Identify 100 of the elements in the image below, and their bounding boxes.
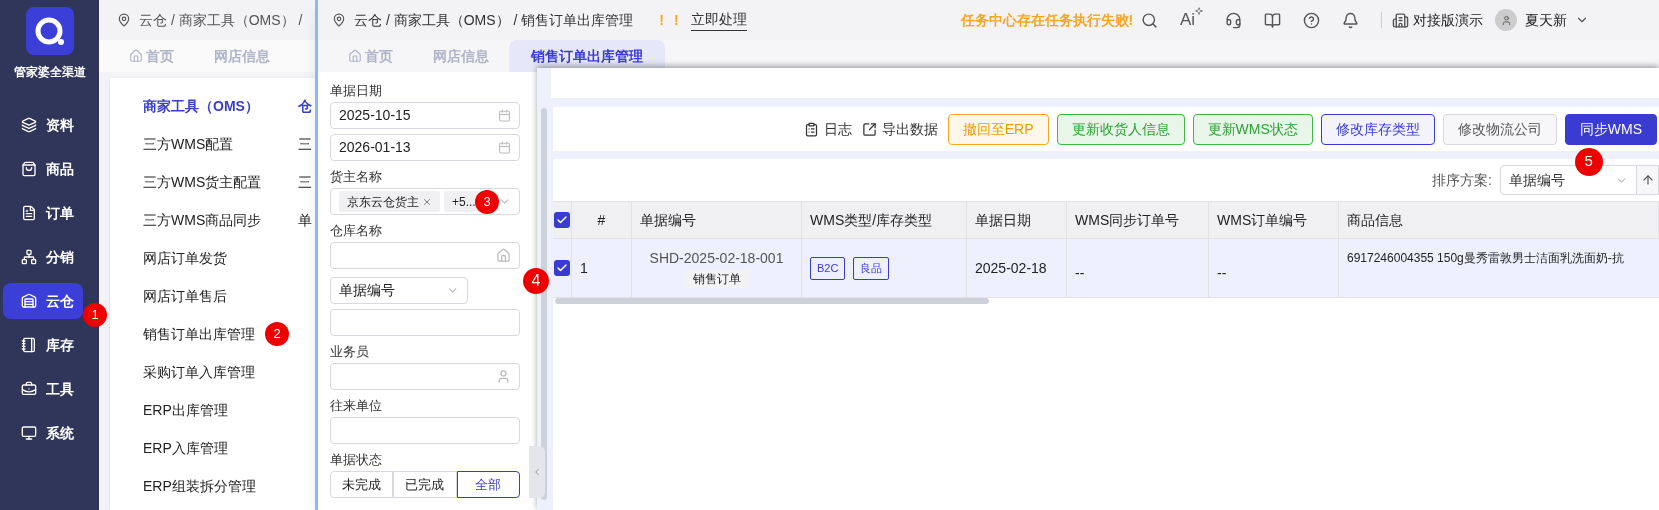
check-icon <box>556 262 568 274</box>
bag-icon <box>21 161 37 177</box>
location-icon <box>332 13 346 27</box>
avatar[interactable] <box>1495 9 1517 31</box>
segment-tab[interactable]: 未完成 <box>330 471 394 498</box>
column-header: WMS订单编号 <box>1209 202 1339 238</box>
arrow-up-icon <box>1640 173 1655 187</box>
menu-item[interactable]: 采购订单入库管理 <box>143 361 255 383</box>
search-icon[interactable] <box>1140 11 1158 29</box>
table-cell: -- <box>1209 239 1339 297</box>
menu-item[interactable]: ERP组装拆分管理 <box>143 475 256 497</box>
toolbox-icon <box>21 381 37 397</box>
sidebar-item[interactable]: 云仓 <box>3 283 83 319</box>
menu-item[interactable]: 三 <box>298 171 312 193</box>
input-field[interactable] <box>330 242 520 269</box>
toolbar-link[interactable]: 日志 <box>803 118 852 140</box>
calendar-icon <box>498 109 511 122</box>
sidebar-item[interactable]: 工具 <box>3 371 83 407</box>
date-field[interactable]: 2026-01-13 <box>330 134 520 161</box>
sidebar-item[interactable]: 订单 <box>3 195 83 231</box>
user-name[interactable]: 夏天新 <box>1525 9 1567 31</box>
step-badge: 5 <box>1574 147 1603 176</box>
select-field[interactable]: 京东云仓货主 +5... 3 <box>330 188 520 215</box>
column-header: 商品信息 <box>1339 202 1659 238</box>
segment-tab[interactable]: 全部 <box>456 471 520 498</box>
house-icon <box>496 248 511 263</box>
alert-mark: ! <box>673 10 679 30</box>
column-header: 单据编号 <box>632 202 802 238</box>
field-label: 单据日期 <box>330 83 383 98</box>
menu-item[interactable]: 网店订单发货 <box>143 247 227 269</box>
horizontal-scrollbar[interactable] <box>555 298 989 304</box>
field-label: 往来单位 <box>330 398 383 413</box>
sort-label: 排序方案: <box>1432 170 1492 190</box>
help-icon[interactable] <box>1303 11 1320 29</box>
table-cell: -- <box>1067 239 1209 297</box>
book-icon[interactable] <box>1264 11 1281 29</box>
breadcrumb: 云仓 / 商家工具（OMS） / 销售订单出库管理 <box>354 10 634 30</box>
document-type: 销售订单 <box>684 270 749 288</box>
ai-button[interactable]: Ai <box>1179 7 1203 33</box>
column-header: WMS类型/库存类型 <box>802 202 967 238</box>
menu-item[interactable]: 三方WMS商品同步 <box>143 209 262 231</box>
column-header: WMS同步订单号 <box>1067 202 1209 238</box>
menu-item[interactable]: 三方WMS配置 <box>143 133 234 155</box>
menu-item[interactable]: 三方WMS货主配置 <box>143 171 262 193</box>
collapse-handle[interactable] <box>529 446 545 498</box>
type-tag: B2C <box>810 256 846 280</box>
input-field[interactable] <box>330 309 520 336</box>
close-icon[interactable] <box>422 196 432 207</box>
field-label: 货主名称 <box>330 169 383 184</box>
action-button[interactable]: 修改物流公司 <box>1442 113 1557 145</box>
check-icon <box>556 214 568 226</box>
menu-item[interactable]: 单 <box>298 209 312 231</box>
tag: 京东云仓货主 <box>339 191 440 212</box>
field-label: 单据状态 <box>330 452 383 467</box>
sparkle-icon <box>1195 7 1203 16</box>
action-link[interactable]: 立即处理 <box>690 9 747 31</box>
headset-icon[interactable] <box>1225 11 1242 29</box>
sort-direction-button[interactable] <box>1637 165 1659 195</box>
clipboard-icon <box>803 121 819 137</box>
tab[interactable]: 销售订单出库管理 <box>509 40 665 72</box>
menu-header: 商家工具（OMS） <box>143 97 260 116</box>
checkbox[interactable] <box>554 260 570 276</box>
logo-text: 管家婆全渠道 <box>13 64 86 81</box>
sidebar-item[interactable]: 商品 <box>3 151 83 187</box>
bell-icon[interactable] <box>1342 11 1359 29</box>
export-icon <box>861 121 877 137</box>
date-field[interactable]: 2025-10-15 <box>330 102 520 129</box>
document-icon <box>21 205 37 221</box>
input-field[interactable] <box>330 417 520 444</box>
action-button[interactable]: 同步WMS <box>1564 113 1657 145</box>
segment-tab[interactable]: 已完成 <box>393 471 457 498</box>
layers-icon <box>21 117 37 133</box>
notebook-icon <box>21 337 37 353</box>
sort-select[interactable]: 单据编号 <box>1500 165 1637 195</box>
menu-item[interactable]: ERP入库管理 <box>143 437 228 459</box>
menu-header: 仓 <box>298 97 312 116</box>
menu-item[interactable]: 三 <box>298 133 312 155</box>
menu-item[interactable]: ERP出库管理 <box>143 399 228 421</box>
sidebar-item[interactable]: 资料 <box>3 107 83 143</box>
column-header: # <box>572 202 632 238</box>
sidebar-item[interactable]: 分销 <box>3 239 83 275</box>
toolbar-link[interactable]: 导出数据 <box>861 118 938 140</box>
sidebar-item[interactable]: 库存 <box>3 327 83 363</box>
step-badge: 3 <box>475 190 499 214</box>
menu-item[interactable]: 销售订单出库管理 <box>143 323 255 345</box>
field-label: 仓库名称 <box>330 223 383 238</box>
calendar-icon <box>498 141 511 154</box>
select-field[interactable]: 单据编号 <box>330 277 468 304</box>
sidebar-item[interactable]: 系统 <box>3 415 83 451</box>
menu-item[interactable]: 网店订单售后 <box>143 285 227 307</box>
task-warning: 任务中心存在任务执行失败! <box>960 10 1134 30</box>
home-icon <box>129 49 143 63</box>
location-icon <box>117 13 131 27</box>
monitor-icon <box>21 425 37 441</box>
input-field[interactable] <box>330 363 520 390</box>
checkbox[interactable] <box>554 212 570 228</box>
scrollbar[interactable] <box>541 108 547 500</box>
table-cell: 1 <box>572 239 632 297</box>
logo-icon <box>25 7 74 55</box>
action-button[interactable]: 修改库存类型 <box>1320 113 1435 145</box>
